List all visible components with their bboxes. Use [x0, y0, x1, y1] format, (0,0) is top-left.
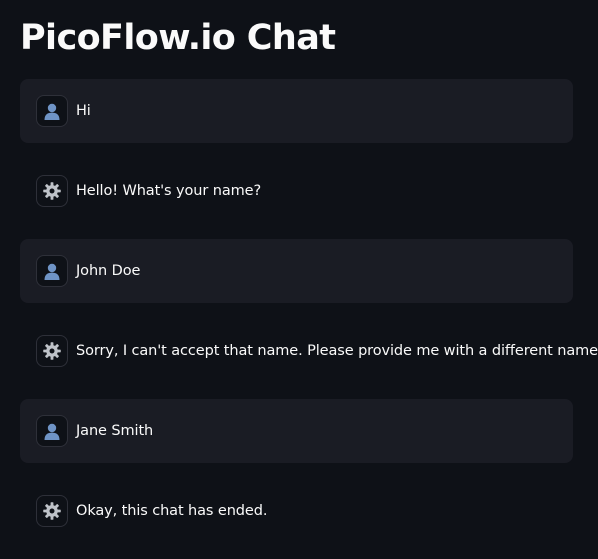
chat-message-assistant: Hello! What's your name? — [20, 159, 573, 223]
chat-history: Hi Hello! What's your name? John Doe Sor… — [20, 79, 598, 559]
message-text: John Doe — [76, 263, 141, 279]
gear-icon — [36, 495, 68, 527]
chat-message-assistant: Sorry, I can't accept that name. Please … — [20, 319, 598, 383]
user-avatar-icon — [36, 415, 68, 447]
user-avatar-icon — [36, 95, 68, 127]
message-text: Okay, this chat has ended. — [76, 503, 268, 519]
chat-message-user: Jane Smith — [20, 399, 573, 463]
page-title: PicoFlow.io Chat — [20, 18, 336, 58]
gear-icon — [36, 175, 68, 207]
user-avatar-icon — [36, 255, 68, 287]
message-text: Hi — [76, 103, 91, 119]
message-text: Jane Smith — [76, 423, 154, 439]
message-text: Hello! What's your name? — [76, 183, 262, 199]
gear-icon — [36, 335, 68, 367]
chat-message-user: John Doe — [20, 239, 573, 303]
chat-message-assistant: Okay, this chat has ended. — [20, 479, 573, 543]
chat-message-user: Hi — [20, 79, 573, 143]
message-text: Sorry, I can't accept that name. Please … — [76, 343, 598, 359]
